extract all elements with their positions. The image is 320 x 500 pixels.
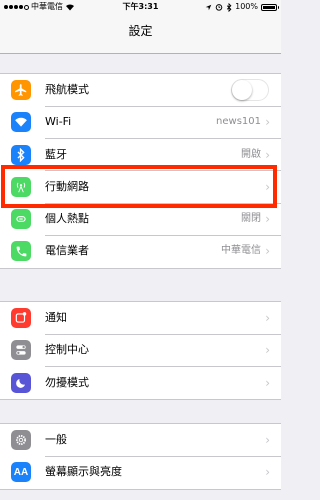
bluetooth-status-icon	[227, 2, 232, 12]
row-carrier[interactable]: 電信業者 中華電信 ›	[0, 235, 281, 267]
row-label: 一般	[45, 433, 67, 446]
chevron-right-icon: ›	[265, 179, 270, 194]
battery-percent: 100%	[235, 2, 258, 11]
cellular-icon	[11, 176, 31, 197]
chevron-right-icon: ›	[265, 433, 270, 447]
hotspot-icon	[11, 209, 31, 230]
row-label: 通知	[45, 311, 67, 324]
row-value: 中華電信	[221, 245, 261, 257]
control-center-icon	[11, 340, 31, 361]
chevron-right-icon: ›	[265, 147, 270, 162]
airplane-icon	[11, 80, 31, 100]
row-value: 開啟	[241, 148, 261, 160]
airplane-mode-toggle[interactable]	[231, 79, 269, 101]
row-do-not-disturb[interactable]: 勿擾模式 ›	[0, 367, 281, 399]
row-personal-hotspot[interactable]: 個人熱點 關閉 ›	[0, 203, 281, 236]
row-label: 飛航模式	[45, 83, 89, 96]
chevron-right-icon: ›	[265, 465, 270, 480]
chevron-right-icon: ›	[265, 115, 270, 130]
chevron-right-icon: ›	[265, 212, 270, 227]
row-notifications[interactable]: 通知 ›	[0, 302, 281, 335]
toggle-knob	[232, 80, 252, 100]
row-wifi[interactable]: Wi-Fi news101 ›	[0, 106, 281, 139]
moon-icon	[11, 372, 31, 393]
settings-group-notifications: 通知 › 控制中心 › 勿擾模式 ›	[0, 301, 281, 400]
notifications-icon	[11, 308, 31, 328]
chevron-right-icon: ›	[265, 311, 270, 325]
page-title: 設定	[128, 24, 153, 38]
chevron-right-icon: ›	[265, 244, 270, 259]
chevron-right-icon: ›	[265, 375, 270, 390]
row-label: 電信業者	[45, 244, 89, 258]
bluetooth-icon	[11, 144, 31, 165]
phone-icon	[11, 241, 31, 262]
nav-bar: 設定	[0, 14, 281, 54]
display-icon: AA	[11, 462, 31, 483]
row-value: news101	[216, 116, 261, 128]
row-label: Wi-Fi	[45, 115, 72, 129]
gear-icon	[11, 430, 31, 450]
row-label: 勿擾模式	[45, 375, 89, 389]
settings-group-general: 一般 › AA 螢幕顯示與亮度 ›	[0, 423, 281, 490]
status-bar: 中華電信 下午3:31 100%	[0, 0, 281, 14]
row-airplane-mode[interactable]: 飛航模式	[0, 74, 281, 107]
row-display-brightness[interactable]: AA 螢幕顯示與亮度 ›	[0, 456, 281, 488]
row-bluetooth[interactable]: 藍牙 開啟 ›	[0, 139, 281, 171]
row-label: 螢幕顯示與亮度	[45, 465, 122, 479]
battery-fill	[263, 5, 275, 9]
row-label: 行動網路	[45, 179, 89, 193]
settings-group-connectivity: 飛航模式 Wi-Fi news101 › 藍牙 開啟 › 行動網路 › 個人熱點…	[0, 73, 281, 269]
alarm-icon	[215, 4, 223, 11]
chevron-right-icon: ›	[265, 343, 270, 358]
location-icon	[205, 4, 212, 10]
row-label: 控制中心	[45, 343, 89, 357]
wifi-icon	[11, 112, 31, 133]
row-control-center[interactable]: 控制中心 ›	[0, 334, 281, 367]
status-right: 100%	[205, 0, 279, 14]
row-value: 關閉	[241, 213, 261, 225]
row-label: 個人熱點	[45, 212, 89, 226]
battery-icon	[261, 3, 279, 11]
row-general[interactable]: 一般 ›	[0, 424, 281, 457]
row-label: 藍牙	[45, 147, 67, 161]
row-cellular[interactable]: 行動網路 ›	[0, 171, 281, 204]
